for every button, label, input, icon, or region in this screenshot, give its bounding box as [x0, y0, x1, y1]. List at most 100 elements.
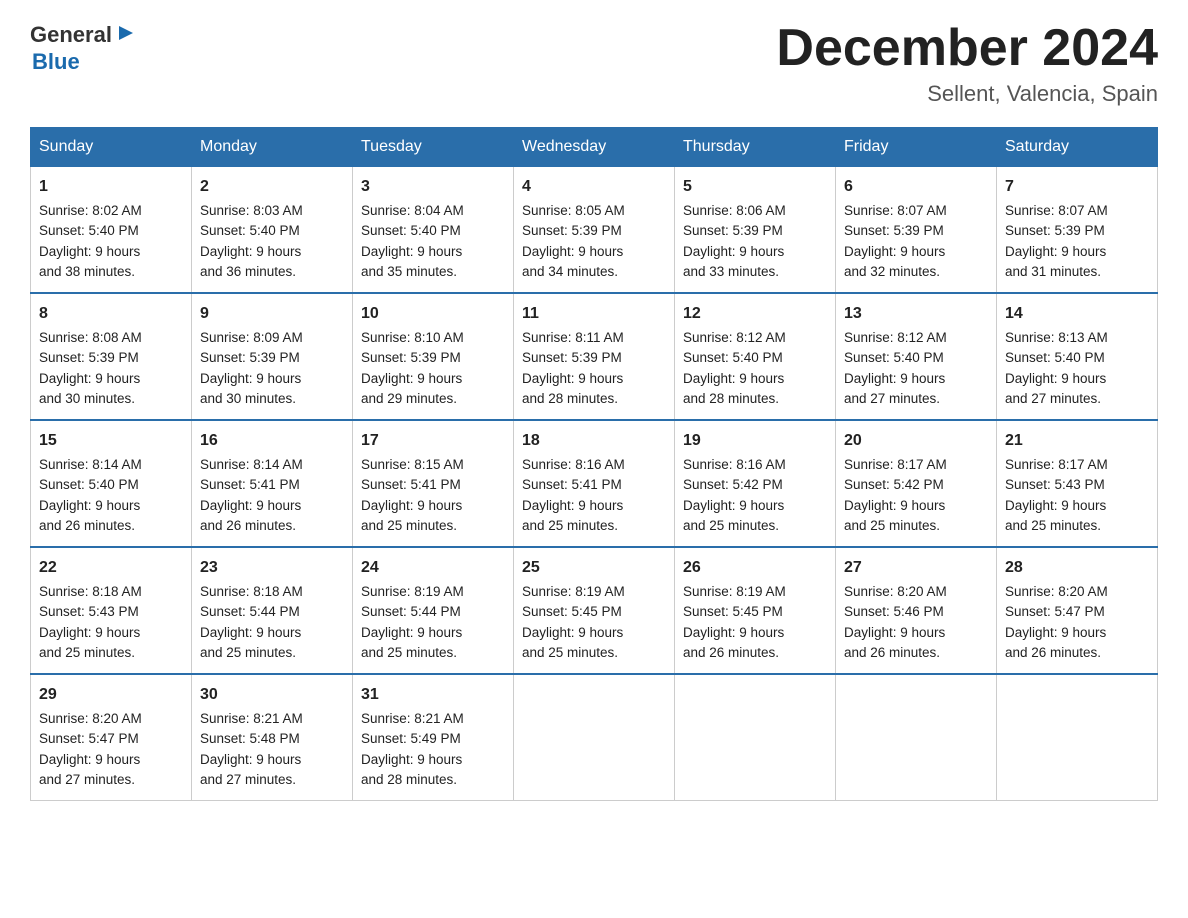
daylight-label: Daylight: 9 hours	[39, 371, 140, 386]
sunrise-label: Sunrise: 8:05 AM	[522, 203, 625, 218]
sunrise-label: Sunrise: 8:18 AM	[200, 584, 303, 599]
daylight-label: Daylight: 9 hours	[39, 244, 140, 259]
day-cell-2: 2Sunrise: 8:03 AMSunset: 5:40 PMDaylight…	[192, 167, 353, 294]
sunrise-label: Sunrise: 8:13 AM	[1005, 330, 1108, 345]
day-number: 28	[1005, 556, 1149, 580]
day-cell-18: 18Sunrise: 8:16 AMSunset: 5:41 PMDayligh…	[514, 420, 675, 547]
day-cell-23: 23Sunrise: 8:18 AMSunset: 5:44 PMDayligh…	[192, 547, 353, 674]
day-number: 17	[361, 429, 505, 453]
sunrise-label: Sunrise: 8:07 AM	[1005, 203, 1108, 218]
header-tuesday: Tuesday	[353, 128, 514, 167]
sunrise-label: Sunrise: 8:21 AM	[200, 711, 303, 726]
sunset-label: Sunset: 5:49 PM	[361, 731, 461, 746]
sunset-label: Sunset: 5:48 PM	[200, 731, 300, 746]
daylight-minutes: and 36 minutes.	[200, 264, 296, 279]
daylight-minutes: and 27 minutes.	[39, 772, 135, 787]
sunrise-label: Sunrise: 8:07 AM	[844, 203, 947, 218]
week-row-4: 22Sunrise: 8:18 AMSunset: 5:43 PMDayligh…	[31, 547, 1158, 674]
sunset-label: Sunset: 5:40 PM	[361, 223, 461, 238]
daylight-minutes: and 30 minutes.	[200, 391, 296, 406]
day-cell-14: 14Sunrise: 8:13 AMSunset: 5:40 PMDayligh…	[997, 293, 1158, 420]
sunrise-label: Sunrise: 8:06 AM	[683, 203, 786, 218]
week-row-3: 15Sunrise: 8:14 AMSunset: 5:40 PMDayligh…	[31, 420, 1158, 547]
day-cell-13: 13Sunrise: 8:12 AMSunset: 5:40 PMDayligh…	[836, 293, 997, 420]
daylight-minutes: and 26 minutes.	[683, 645, 779, 660]
header-friday: Friday	[836, 128, 997, 167]
day-cell-22: 22Sunrise: 8:18 AMSunset: 5:43 PMDayligh…	[31, 547, 192, 674]
day-number: 2	[200, 175, 344, 199]
sunset-label: Sunset: 5:40 PM	[844, 350, 944, 365]
daylight-label: Daylight: 9 hours	[361, 244, 462, 259]
daylight-label: Daylight: 9 hours	[844, 625, 945, 640]
day-cell-10: 10Sunrise: 8:10 AMSunset: 5:39 PMDayligh…	[353, 293, 514, 420]
sunrise-label: Sunrise: 8:04 AM	[361, 203, 464, 218]
sunrise-label: Sunrise: 8:03 AM	[200, 203, 303, 218]
day-cell-11: 11Sunrise: 8:11 AMSunset: 5:39 PMDayligh…	[514, 293, 675, 420]
sunrise-label: Sunrise: 8:17 AM	[844, 457, 947, 472]
daylight-minutes: and 27 minutes.	[844, 391, 940, 406]
sunrise-label: Sunrise: 8:19 AM	[522, 584, 625, 599]
sunrise-label: Sunrise: 8:21 AM	[361, 711, 464, 726]
day-number: 3	[361, 175, 505, 199]
sunset-label: Sunset: 5:47 PM	[39, 731, 139, 746]
day-number: 19	[683, 429, 827, 453]
day-cell-1: 1Sunrise: 8:02 AMSunset: 5:40 PMDaylight…	[31, 167, 192, 294]
daylight-minutes: and 30 minutes.	[39, 391, 135, 406]
logo-arrow-icon	[115, 22, 137, 44]
sunset-label: Sunset: 5:39 PM	[522, 350, 622, 365]
header-monday: Monday	[192, 128, 353, 167]
sunrise-label: Sunrise: 8:19 AM	[683, 584, 786, 599]
daylight-label: Daylight: 9 hours	[683, 244, 784, 259]
day-cell-30: 30Sunrise: 8:21 AMSunset: 5:48 PMDayligh…	[192, 674, 353, 801]
daylight-minutes: and 28 minutes.	[522, 391, 618, 406]
daylight-label: Daylight: 9 hours	[361, 752, 462, 767]
day-cell-15: 15Sunrise: 8:14 AMSunset: 5:40 PMDayligh…	[31, 420, 192, 547]
day-number: 4	[522, 175, 666, 199]
empty-cell	[836, 674, 997, 801]
daylight-label: Daylight: 9 hours	[1005, 625, 1106, 640]
sunrise-label: Sunrise: 8:11 AM	[522, 330, 624, 345]
sunset-label: Sunset: 5:39 PM	[39, 350, 139, 365]
day-number: 25	[522, 556, 666, 580]
daylight-minutes: and 33 minutes.	[683, 264, 779, 279]
location: Sellent, Valencia, Spain	[776, 81, 1158, 107]
daylight-label: Daylight: 9 hours	[1005, 371, 1106, 386]
sunset-label: Sunset: 5:42 PM	[683, 477, 783, 492]
daylight-label: Daylight: 9 hours	[522, 371, 623, 386]
day-cell-20: 20Sunrise: 8:17 AMSunset: 5:42 PMDayligh…	[836, 420, 997, 547]
day-cell-8: 8Sunrise: 8:08 AMSunset: 5:39 PMDaylight…	[31, 293, 192, 420]
sunset-label: Sunset: 5:45 PM	[683, 604, 783, 619]
daylight-label: Daylight: 9 hours	[522, 244, 623, 259]
sunset-label: Sunset: 5:44 PM	[200, 604, 300, 619]
sunset-label: Sunset: 5:39 PM	[1005, 223, 1105, 238]
sunset-label: Sunset: 5:41 PM	[200, 477, 300, 492]
day-number: 30	[200, 683, 344, 707]
day-cell-31: 31Sunrise: 8:21 AMSunset: 5:49 PMDayligh…	[353, 674, 514, 801]
daylight-label: Daylight: 9 hours	[844, 244, 945, 259]
sunrise-label: Sunrise: 8:20 AM	[844, 584, 947, 599]
sunset-label: Sunset: 5:39 PM	[683, 223, 783, 238]
day-number: 23	[200, 556, 344, 580]
daylight-minutes: and 25 minutes.	[200, 645, 296, 660]
day-number: 5	[683, 175, 827, 199]
daylight-minutes: and 34 minutes.	[522, 264, 618, 279]
day-number: 20	[844, 429, 988, 453]
daylight-minutes: and 25 minutes.	[683, 518, 779, 533]
sunrise-label: Sunrise: 8:12 AM	[683, 330, 786, 345]
sunrise-label: Sunrise: 8:12 AM	[844, 330, 947, 345]
sunset-label: Sunset: 5:40 PM	[39, 223, 139, 238]
daylight-label: Daylight: 9 hours	[361, 371, 462, 386]
sunrise-label: Sunrise: 8:14 AM	[39, 457, 142, 472]
sunrise-label: Sunrise: 8:10 AM	[361, 330, 464, 345]
empty-cell	[514, 674, 675, 801]
daylight-label: Daylight: 9 hours	[39, 625, 140, 640]
daylight-minutes: and 25 minutes.	[522, 645, 618, 660]
sunset-label: Sunset: 5:43 PM	[1005, 477, 1105, 492]
page-header: General Blue December 2024 Sellent, Vale…	[30, 20, 1158, 107]
sunrise-label: Sunrise: 8:16 AM	[522, 457, 625, 472]
sunrise-label: Sunrise: 8:08 AM	[39, 330, 142, 345]
daylight-minutes: and 26 minutes.	[844, 645, 940, 660]
empty-cell	[997, 674, 1158, 801]
daylight-minutes: and 28 minutes.	[361, 772, 457, 787]
daylight-minutes: and 31 minutes.	[1005, 264, 1101, 279]
